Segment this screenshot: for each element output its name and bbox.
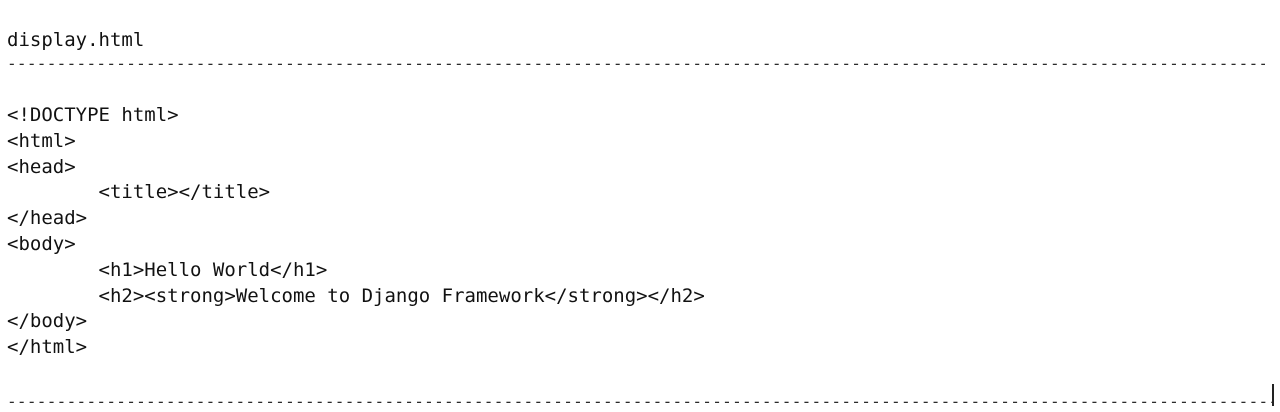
code-line: <head> [7,155,76,178]
code-line: <!DOCTYPE html> [7,104,179,126]
code-line: <h2><strong>Welcome to Django Framework<… [7,284,705,307]
code-block: <!DOCTYPE html> <html> <head> <title></t… [7,103,705,361]
separator-bottom: ----------------------------------------… [7,392,1273,411]
text-cursor [1272,384,1274,406]
code-line: </html> [7,336,88,359]
code-line: <h1>Hello World</h1> [7,258,328,281]
code-line: </head> [7,207,88,230]
code-line: <body> [7,232,76,255]
file-name: display.html [7,29,145,51]
code-line: <html> [7,129,76,152]
separator-top: ----------------------------------------… [7,54,1265,73]
code-line: </body> [7,310,88,333]
code-line: <title></title> [7,181,271,204]
